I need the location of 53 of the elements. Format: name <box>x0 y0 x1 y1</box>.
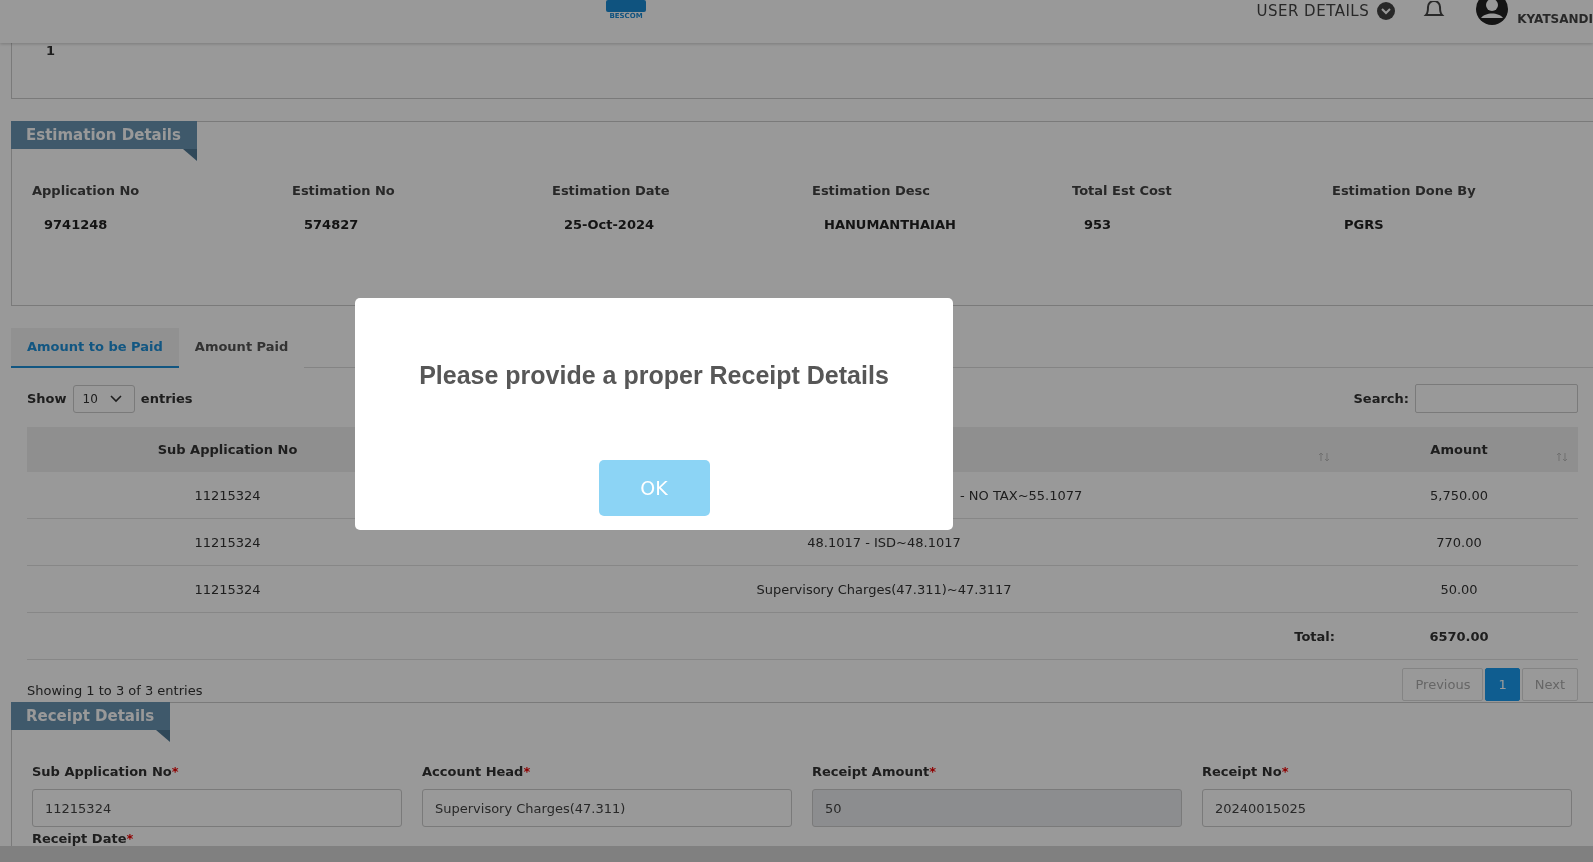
logo-icon <box>606 0 646 12</box>
table-cell: 11215324 <box>194 534 261 550</box>
section-title: Estimation Details <box>11 121 197 149</box>
input-field[interactable]: Supervisory Charges(47.311) <box>422 789 792 827</box>
search-field[interactable] <box>1415 384 1578 413</box>
table-cell: 5,750.00 <box>1430 487 1488 503</box>
field-label: Receipt Date* <box>32 831 135 846</box>
show-label: Show <box>27 391 67 406</box>
field-label: Estimation No <box>292 183 395 198</box>
user-details-menu[interactable]: USER DETAILS <box>1256 2 1370 20</box>
field-label: Estimation Done By <box>1332 183 1476 198</box>
field-value: 9741248 <box>44 217 108 232</box>
total-value: 6570.00 <box>1429 628 1489 644</box>
table-cell: 11215324 <box>194 581 261 597</box>
total-label: Total: <box>1294 628 1335 644</box>
avatar-icon[interactable] <box>1475 0 1510 26</box>
entries-info: Showing 1 to 3 of 3 entries <box>27 683 203 698</box>
column-header[interactable]: Amount <box>1430 442 1488 457</box>
input-field[interactable]: 50 <box>812 789 1182 827</box>
field-label: Total Est Cost <box>1072 183 1172 198</box>
field-label: Sub Application No* <box>32 764 180 779</box>
ribbon-fold-icon <box>182 149 197 161</box>
field-value: 953 <box>1084 217 1112 232</box>
ribbon-fold-icon <box>156 730 171 742</box>
field-value: HANUMANTHAIAH <box>824 217 956 232</box>
field-label: Application No <box>32 183 140 198</box>
table-cell: Supervisory Charges(47.311)~47.3117 <box>756 581 1012 597</box>
field-label: Estimation Date <box>552 183 670 198</box>
field-label: Receipt No* <box>1202 764 1290 779</box>
alert-message: Please provide a proper Receipt Details <box>419 361 889 390</box>
table-cell: 48.1017 - ISD~48.1017 <box>807 534 961 550</box>
field-label: Receipt Amount* <box>812 764 937 779</box>
table-cell: 50.00 <box>1440 581 1478 597</box>
input-field[interactable]: 11215324 <box>32 789 402 827</box>
entries-label: entries <box>140 391 193 406</box>
page-size-select[interactable]: 10 <box>72 384 135 413</box>
table-cell: 770.00 <box>1436 534 1482 550</box>
column-header[interactable]: Sub Application No <box>157 442 298 457</box>
username: KYATSANDI <box>1517 12 1593 26</box>
field-label: Estimation Desc <box>812 183 931 198</box>
table-cell: - NO TAX~55.1077 <box>960 487 1083 503</box>
chevron-down-icon <box>109 394 122 403</box>
field-value: 574827 <box>304 217 359 232</box>
table-cell: 11215324 <box>194 487 261 503</box>
sort-icon[interactable] <box>1318 452 1330 462</box>
field-value: PGRS <box>1344 217 1384 232</box>
row-number: 1 <box>46 43 56 58</box>
field-value: 25-Oct-2024 <box>564 217 655 232</box>
section-title: Receipt Details <box>11 702 171 730</box>
search-label: Search: <box>1353 391 1409 406</box>
input-field[interactable]: 20240015025 <box>1202 789 1572 827</box>
sort-icon[interactable] <box>1556 452 1568 462</box>
field-label: Account Head* <box>422 764 532 779</box>
